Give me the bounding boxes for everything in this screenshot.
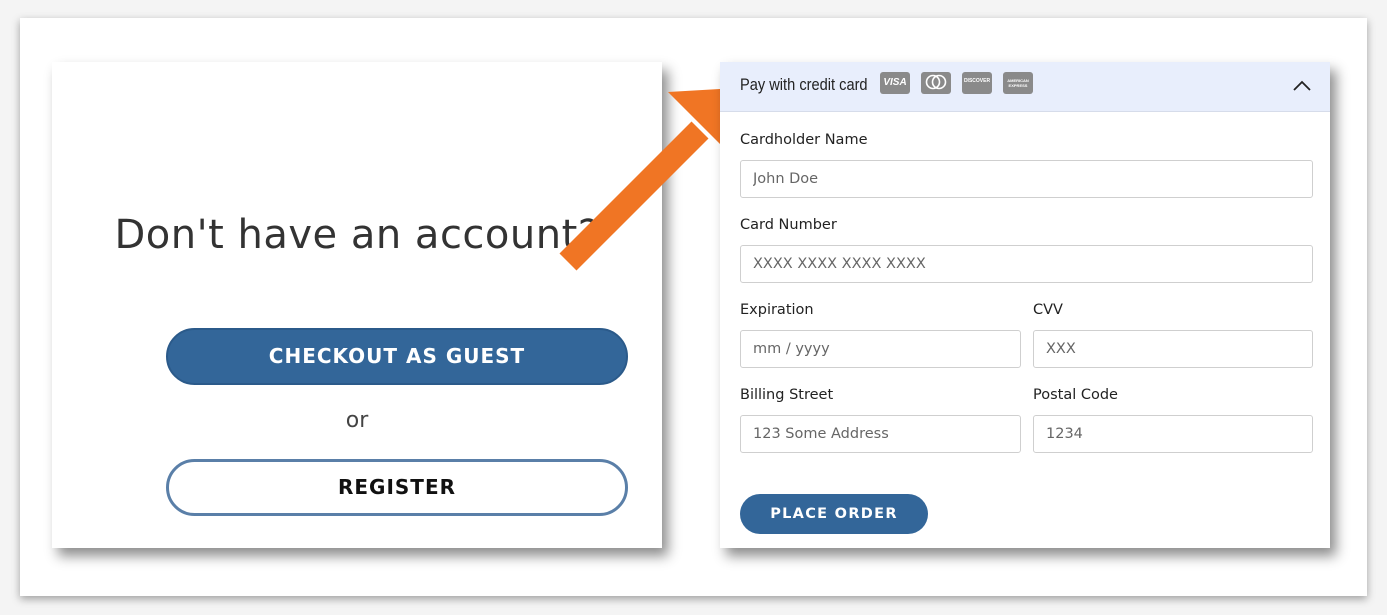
register-button[interactable]: REGISTER: [166, 459, 628, 516]
discover-icon-label: DISCOVER: [963, 78, 991, 84]
visa-icon-label: VISA: [883, 77, 907, 88]
card-number-input[interactable]: [740, 245, 1313, 283]
cardholder-name-input[interactable]: [740, 160, 1313, 198]
discover-icon: DISCOVER: [962, 72, 992, 94]
amex-icon: AMERICAN EXPRESS: [1003, 72, 1033, 94]
amex-icon-label: AMERICAN EXPRESS: [1007, 78, 1029, 88]
payment-header[interactable]: Pay with credit card VISA DISCOVER AMERI…: [720, 62, 1330, 112]
expiration-label: Expiration: [740, 302, 814, 318]
checkout-as-guest-button[interactable]: CHECKOUT AS GUEST: [166, 328, 628, 385]
credit-card-form: Pay with credit card VISA DISCOVER AMERI…: [720, 62, 1330, 548]
card-number-label: Card Number: [740, 217, 837, 233]
cardholder-name-label: Cardholder Name: [740, 132, 868, 148]
postal-code-label: Postal Code: [1033, 387, 1118, 403]
billing-street-label: Billing Street: [740, 387, 834, 403]
payment-header-title: Pay with credit card: [740, 75, 868, 94]
mastercard-icon: [921, 72, 951, 94]
visa-icon: VISA: [880, 72, 910, 94]
billing-street-input[interactable]: [740, 415, 1021, 453]
chevron-up-icon[interactable]: [1290, 76, 1314, 96]
cvv-input[interactable]: [1033, 330, 1313, 368]
or-divider-text: or: [345, 408, 369, 433]
cvv-label: CVV: [1033, 302, 1063, 318]
postal-code-input[interactable]: [1033, 415, 1313, 453]
mastercard-circles: [925, 74, 947, 90]
expiration-input[interactable]: [740, 330, 1021, 368]
place-order-button[interactable]: PLACE ORDER: [740, 494, 928, 534]
